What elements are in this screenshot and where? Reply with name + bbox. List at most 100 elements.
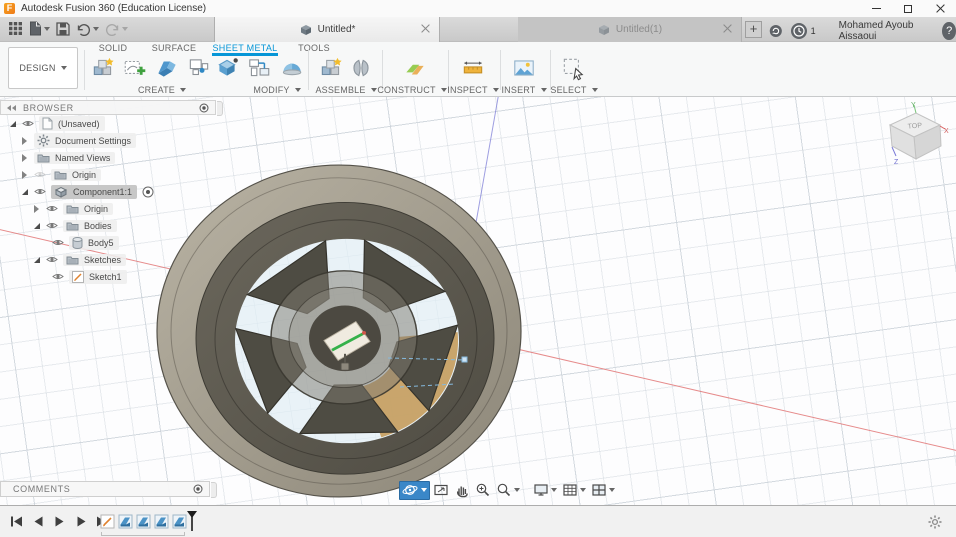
visibility-eye-icon[interactable] [52,272,64,281]
visibility-eye-icon[interactable] [46,204,58,213]
new-component-icon[interactable] [318,55,344,81]
viewports-button[interactable] [589,481,617,500]
flange-icon[interactable] [154,55,180,81]
joint-icon[interactable] [348,55,374,81]
group-inspect[interactable]: INSPECT [446,84,500,95]
maximize-button[interactable] [892,0,924,17]
doc-tab-untitled-1[interactable]: Untitled(1) [518,17,742,42]
step-back-button[interactable] [32,515,44,528]
expander-collapsed-icon[interactable] [22,153,27,162]
close-button[interactable] [924,0,956,17]
visibility-eye-icon[interactable] [52,238,64,247]
visibility-eye-icon[interactable] [34,187,46,196]
collapse-panel-icon[interactable] [7,104,17,111]
tree-row-unsaved[interactable]: (Unsaved) [0,115,222,132]
redo-button[interactable] [103,21,130,37]
user-name[interactable]: Mohamed Ayoub Aissaoui [839,20,926,42]
tree-row-sketches[interactable]: Sketches [0,251,222,268]
view-cube[interactable]: TOP Y X Z [874,99,950,173]
visibility-eye-icon[interactable] [46,255,58,264]
create-sketch-icon[interactable] [122,55,148,81]
timeline-marker[interactable] [186,511,198,531]
group-modify[interactable]: MODIFY [242,84,312,95]
visibility-eye-icon[interactable] [34,170,46,179]
pan-button[interactable] [452,481,472,500]
expander-expanded-icon[interactable] [34,256,40,263]
app-grid-button[interactable] [6,20,25,37]
title-bar: F Autodesk Fusion 360 (Education License… [0,0,956,17]
tree-row-bodies[interactable]: Bodies [0,217,222,234]
timeline-settings-gear-icon[interactable] [928,515,942,529]
expander-collapsed-icon[interactable] [22,136,27,145]
document-cube-icon [300,25,311,35]
expander-expanded-icon[interactable] [34,222,40,229]
browser-header[interactable]: BROWSER [0,100,223,116]
play-button[interactable] [54,515,66,528]
activate-component-radio[interactable] [142,186,154,198]
grid-settings-button[interactable] [560,481,588,500]
zoom-button[interactable] [473,481,493,500]
skip-to-start-button[interactable] [10,515,23,528]
sync-status-icon[interactable] [769,22,783,40]
convert-to-sheet-metal-icon[interactable] [186,55,212,81]
expander-collapsed-icon[interactable] [34,204,39,213]
look-at-button[interactable] [431,481,451,500]
doc-tab-close-button[interactable] [421,24,431,34]
tree-row-origin[interactable]: Origin [0,166,222,183]
notifications-icon[interactable] [790,22,808,40]
group-assemble[interactable]: ASSEMBLE [310,84,382,95]
guide-handle[interactable] [461,356,468,363]
panel-resize-handle[interactable] [217,101,223,116]
tree-row-sketch1[interactable]: Sketch1 [0,268,222,285]
doc-tab-untitled[interactable]: Untitled* [214,17,440,42]
new-sheet-metal-rule-icon[interactable] [90,55,116,81]
timeline-flange-feature[interactable] [154,514,169,529]
timeline-flange-feature[interactable] [172,514,187,529]
timeline-group-bracket [101,532,185,536]
tree-row-component1[interactable]: Component1:1 [0,183,222,200]
group-select[interactable]: SELECT [548,84,600,95]
expander-expanded-icon[interactable] [10,120,16,127]
group-create[interactable]: CREATE [92,84,232,95]
step-forward-button[interactable] [76,515,88,528]
model-viewport[interactable]: TOP Y X Z BROWSER (Unsaved) Document Set… [0,97,956,505]
folder-icon [66,205,79,213]
new-tab-button[interactable]: + [745,21,762,38]
select-icon[interactable] [560,55,586,81]
tree-row-named-views[interactable]: Named Views [0,149,222,166]
save-button[interactable] [54,21,72,37]
workspace-selector[interactable]: DESIGN [8,47,78,89]
tree-label: Bodies [84,220,112,231]
tree-row-component-origin[interactable]: Origin [0,200,222,217]
fit-button[interactable] [494,481,522,500]
timeline-sketch-feature[interactable] [100,514,115,529]
thicken-icon[interactable] [214,55,240,81]
file-menu-button[interactable] [27,20,52,37]
undo-button[interactable] [74,21,101,37]
minimize-button[interactable] [860,0,892,17]
measure-icon[interactable] [460,55,486,81]
tree-row-body5[interactable]: Body5 [0,234,222,251]
construct-plane-icon[interactable] [402,55,428,81]
expander-collapsed-icon[interactable] [22,170,27,179]
doc-tab-close-button[interactable] [723,24,733,34]
panel-resize-handle[interactable] [211,482,217,498]
group-construct[interactable]: CONSTRUCT [377,84,447,95]
timeline-flange-feature[interactable] [136,514,151,529]
fillet-dome-icon[interactable] [278,55,304,81]
visibility-eye-icon[interactable] [46,221,58,230]
visibility-eye-icon[interactable] [22,119,34,128]
orbit-button[interactable] [399,480,430,500]
insert-image-icon[interactable] [511,55,537,81]
unfold-icon[interactable] [246,55,272,81]
tree-row-document-settings[interactable]: Document Settings [0,132,222,149]
group-modify-caret-icon [294,87,301,92]
panel-display-toggle-icon[interactable] [199,103,209,113]
group-insert[interactable]: INSERT [498,84,550,95]
timeline-flange-feature[interactable] [118,514,133,529]
panel-display-toggle-icon[interactable] [193,484,203,494]
display-settings-button[interactable] [531,481,559,500]
help-button[interactable]: ? [942,22,956,40]
comments-panel[interactable]: COMMENTS [0,481,217,498]
expander-expanded-icon[interactable] [22,188,28,195]
